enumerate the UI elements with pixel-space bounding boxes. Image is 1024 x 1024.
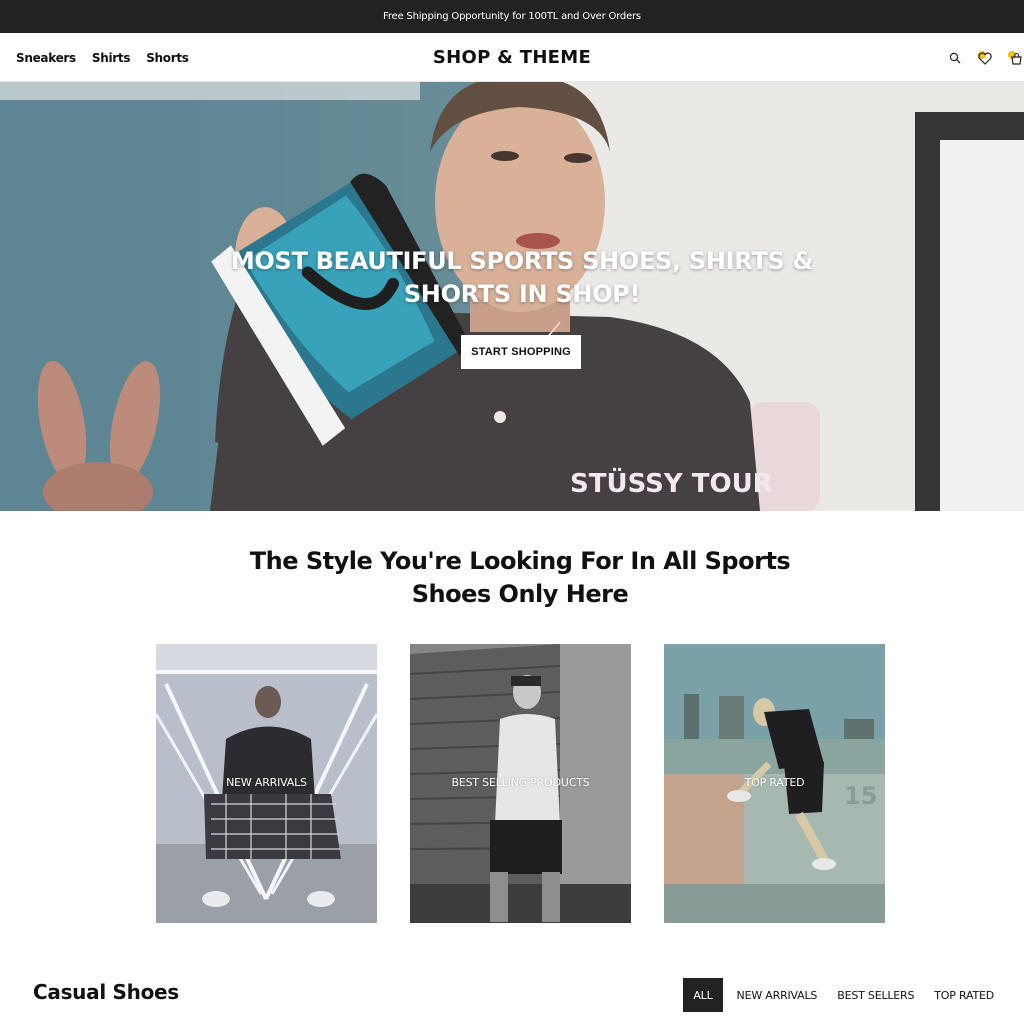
filter-tab-best-sellers[interactable]: BEST SELLERS xyxy=(827,978,924,1012)
search-icon[interactable] xyxy=(946,49,964,67)
nav-shorts[interactable]: Shorts xyxy=(146,51,189,65)
brand-logo[interactable]: SHOP & THEME xyxy=(433,47,591,68)
site-header: Sneakers Shirts Shorts SHOP & THEME xyxy=(0,33,1024,82)
start-shopping-button[interactable]: START SHOPPING xyxy=(461,335,581,369)
filter-tab-new-arrivals[interactable]: NEW ARRIVALS xyxy=(727,978,828,1012)
cart-icon[interactable] xyxy=(1006,49,1024,67)
section-heading-line2: Shoes Only Here xyxy=(411,580,629,608)
category-card-best-selling[interactable]: BEST SELLING PRODUCTS xyxy=(410,644,631,923)
category-card-top-rated[interactable]: 15 TOP RATED xyxy=(664,644,885,923)
header-icons xyxy=(946,33,1024,82)
announcement-text: Free Shipping Opportunity for 100TL and … xyxy=(383,11,641,22)
nav-shirts[interactable]: Shirts xyxy=(92,51,131,65)
section-heading: The Style You're Looking For In All Spor… xyxy=(200,545,840,611)
nav-sneakers[interactable]: Sneakers xyxy=(16,51,76,65)
category-card-new-arrivals[interactable]: NEW ARRIVALS xyxy=(156,644,377,923)
announcement-bar: Free Shipping Opportunity for 100TL and … xyxy=(0,0,1024,33)
filter-tab-top-rated[interactable]: TOP RATED xyxy=(924,978,1004,1012)
heart-icon[interactable] xyxy=(976,49,994,67)
filter-tab-all[interactable]: ALL xyxy=(683,978,723,1012)
section-heading-line1: The Style You're Looking For In All Spor… xyxy=(249,547,791,575)
hero-title: MOST BEAUTIFUL SPORTS SHOES, SHIRTS & SH… xyxy=(212,245,832,311)
category-label: BEST SELLING PRODUCTS xyxy=(451,776,590,789)
hero-banner: STÜSSY TOUR MOST BEAUTIFUL SPORTS SHOES,… xyxy=(0,82,1024,511)
product-filter-tabs: ALL NEW ARRIVALS BEST SELLERS TOP RATED xyxy=(683,978,1004,1012)
hero-title-line1: MOST BEAUTIFUL SPORTS SHOES, SHIRTS & xyxy=(230,247,814,275)
main-nav: Sneakers Shirts Shorts xyxy=(16,33,189,82)
casual-shoes-title: Casual Shoes xyxy=(33,980,179,1004)
hero-title-line2: SHORTS IN SHOP! xyxy=(403,280,641,308)
category-label: NEW ARRIVALS xyxy=(226,776,307,789)
category-label: TOP RATED xyxy=(744,776,805,789)
